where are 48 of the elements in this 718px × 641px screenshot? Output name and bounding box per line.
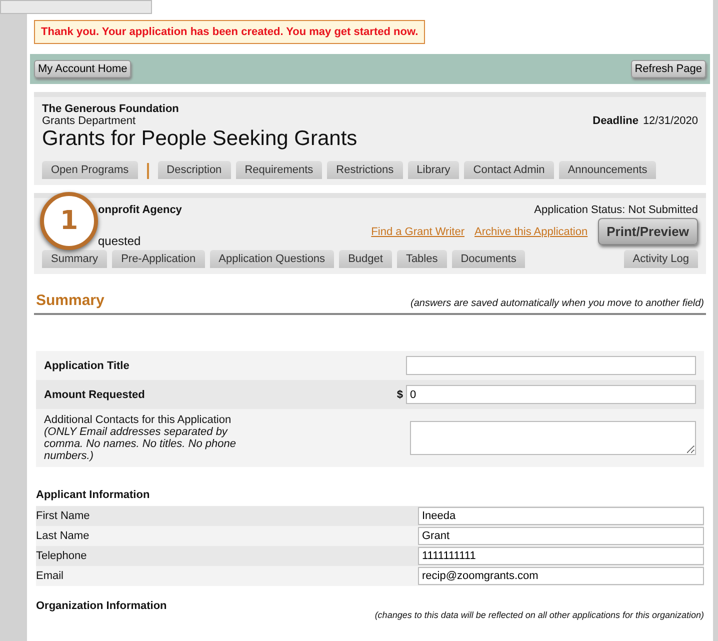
application-tab[interactable]: Tables <box>396 250 447 268</box>
deadline-date: 12/31/2020 <box>642 115 698 127</box>
refresh-button[interactable]: Refresh Page <box>630 60 706 78</box>
application-status: Application Status: Not Submitted <box>534 204 698 216</box>
title-field[interactable] <box>406 356 696 375</box>
program-title: Grants for People Seeking Grants <box>42 127 358 151</box>
organization-note: (changes to this data will be reflected on all other applications for this organization) <box>374 610 704 620</box>
application-tab[interactable]: Pre-Application <box>112 250 205 268</box>
activity-log-tab[interactable]: Activity Log <box>624 250 698 268</box>
organization-name: The Generous Foundation <box>42 103 180 115</box>
field-label: Additional Contacts for this Application <box>44 414 232 426</box>
application-tab[interactable]: Documents <box>452 250 526 268</box>
account-home-button[interactable]: My Account Home <box>34 60 132 78</box>
field-hint: (ONLY Email addresses separated by comma. No names. No titles. No phone numbers.) <box>44 426 237 462</box>
applicant-field[interactable]: 1111111111 <box>418 547 704 565</box>
applicant-field[interactable]: recip@zoomgrants.com <box>418 567 704 585</box>
field-label: Telephone <box>36 550 87 562</box>
program-tab[interactable]: Open Programs <box>42 161 138 179</box>
program-tab[interactable]: Announcements <box>558 161 656 179</box>
section-heading: Summary <box>36 292 104 309</box>
application-tab[interactable]: Budget <box>339 250 392 268</box>
agency-name: onprofit Agency <box>98 204 182 216</box>
program-tab[interactable]: Restrictions <box>327 161 403 179</box>
field-label: Application Title <box>44 360 130 372</box>
program-tab[interactable]: Requirements <box>236 161 322 179</box>
application-tab[interactable]: Summary <box>42 250 108 268</box>
deadline-label: Deadline <box>592 115 638 127</box>
autosave-note: (answers are saved automatically when you move to another field) <box>410 298 704 309</box>
contacts-field[interactable] <box>410 421 696 455</box>
department-name: Grants Department <box>42 115 137 127</box>
success-message: Thank you. Your application has been created. You may get started now. <box>34 20 426 44</box>
section-heading: Organization Information <box>36 600 167 612</box>
section-heading: Applicant Information <box>36 489 151 501</box>
applicant-field[interactable]: Ineeda <box>418 507 704 525</box>
step-badge: 1 <box>40 192 98 250</box>
field-label: Last Name <box>36 530 90 542</box>
program-tab[interactable]: Description <box>158 161 231 179</box>
application-tab[interactable]: Application Questions <box>210 250 334 268</box>
field-label: Amount Requested <box>44 388 145 400</box>
program-tab[interactable]: Library <box>408 161 460 179</box>
applicant-field[interactable]: Grant <box>418 527 704 545</box>
field-label: Email <box>36 570 64 582</box>
field-label: First Name <box>36 510 90 522</box>
currency-sign: $ <box>396 388 403 400</box>
print-preview-button[interactable]: Print/Preview <box>598 218 698 245</box>
amount-requested: quested <box>98 234 142 248</box>
program-tab[interactable]: Contact Admin <box>464 161 554 179</box>
amount-field[interactable]: 0 <box>406 385 696 404</box>
